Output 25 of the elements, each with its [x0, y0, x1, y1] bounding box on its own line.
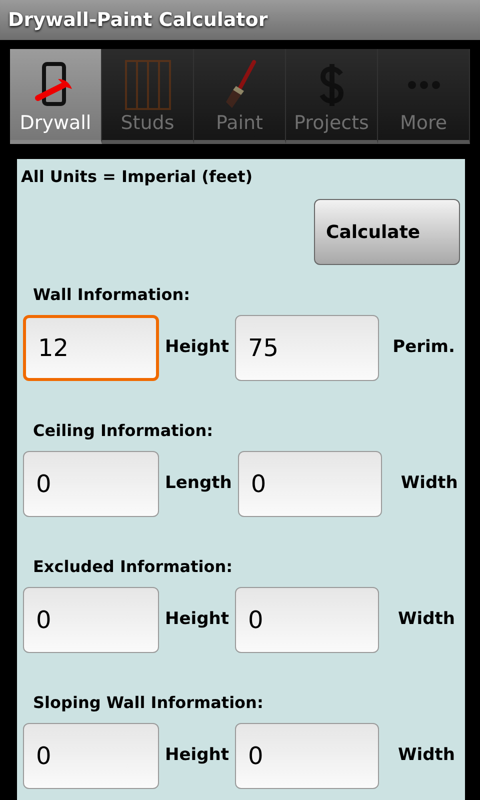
input-field[interactable]: 0 — [23, 451, 159, 517]
input-field[interactable]: 0 — [23, 587, 159, 653]
input-field[interactable]: 75 — [234, 315, 379, 381]
section-title: Sloping Wall Information: — [32, 692, 264, 714]
field-label: Width — [397, 744, 455, 768]
field-label: Length — [165, 472, 232, 496]
section-title: Wall Information: — [32, 284, 191, 306]
field-label: Height — [165, 608, 229, 632]
input-field[interactable]: 0 — [234, 723, 379, 789]
units-note: All Units = Imperial (feet) — [21, 166, 254, 188]
input-field[interactable]: 0 — [234, 587, 379, 653]
input-field[interactable]: 0 — [23, 723, 159, 789]
calculate-button[interactable]: Calculate — [314, 199, 460, 265]
input-field[interactable]: 0 — [238, 451, 382, 517]
tab[interactable]: Drywall — [10, 49, 102, 144]
field-label: Height — [165, 744, 229, 768]
field-label: Height — [165, 336, 229, 360]
studs-icon — [124, 58, 172, 111]
section-title: Ceiling Information: — [32, 420, 214, 442]
field-label: Width — [400, 472, 458, 496]
section-title: Excluded Information: — [32, 556, 234, 578]
input-field[interactable]: 12 — [23, 315, 159, 381]
window-title: Drywall-Paint Calculator — [8, 8, 268, 33]
field-label: Width — [397, 608, 455, 632]
field-label: Perim. — [392, 336, 455, 360]
